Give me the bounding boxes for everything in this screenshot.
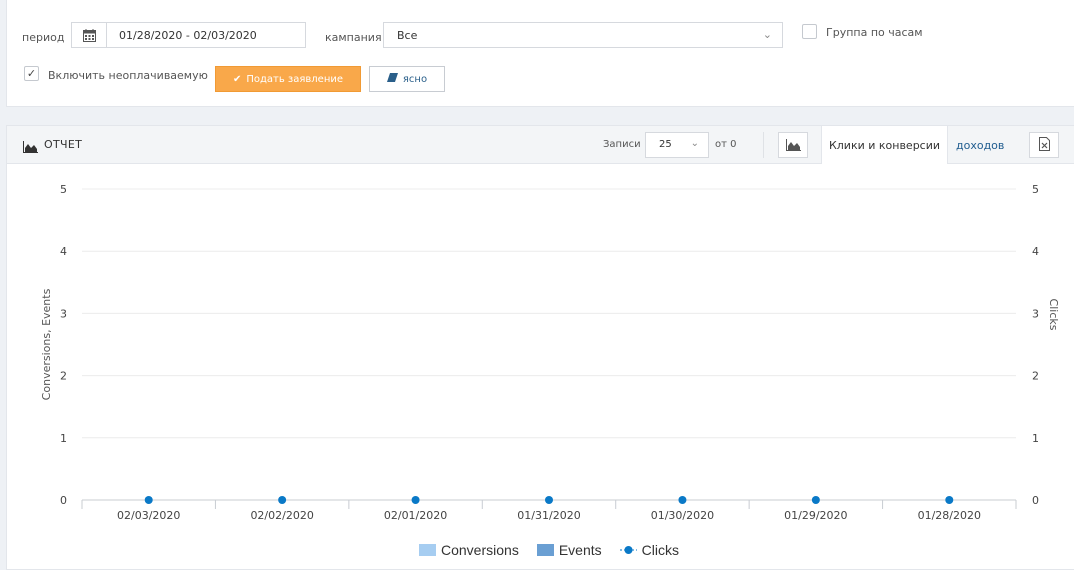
clicks-point bbox=[811, 496, 820, 504]
apply-button[interactable]: ✔ Подать заявление bbox=[215, 66, 361, 92]
clicks-point bbox=[545, 496, 553, 504]
clicks-point bbox=[144, 496, 153, 504]
eraser-icon bbox=[386, 73, 398, 85]
y2-axis-tick-label: 3 bbox=[1032, 307, 1039, 320]
y-axis-tick-label: 0 bbox=[60, 494, 67, 507]
campaign-value: Все bbox=[397, 29, 418, 42]
clicks-line-marker bbox=[619, 542, 637, 558]
calendar-icon[interactable] bbox=[72, 23, 107, 47]
y-axis-tick-label: 3 bbox=[60, 307, 67, 320]
legend-clicks-label: Clicks bbox=[641, 542, 679, 558]
records-value: 25 bbox=[659, 139, 672, 150]
chevron-down-icon: ⌄ bbox=[690, 138, 699, 149]
legend-events-label: Events bbox=[558, 542, 602, 558]
check-icon: ✔ bbox=[232, 73, 242, 85]
x-axis-tick-label: 02/01/2020 bbox=[384, 509, 447, 522]
date-range-value[interactable]: 01/28/2020 - 02/03/2020 bbox=[119, 29, 257, 42]
apply-button-label: Подать заявление bbox=[246, 73, 344, 85]
include-unpaid-checkbox[interactable]: ✓ bbox=[24, 66, 39, 81]
y-axis-title: Conversions, Events bbox=[40, 288, 53, 400]
y2-axis-tick-label: 4 bbox=[1032, 245, 1039, 258]
chart-legend: Conversions Events Clicks bbox=[419, 542, 697, 558]
divider bbox=[763, 132, 764, 158]
export-excel-button[interactable] bbox=[1029, 132, 1059, 158]
campaign-label: кампания bbox=[325, 31, 382, 44]
report-header: ОТЧЕТ Записи 25 ⌄ от 0 Клики и конверсии… bbox=[7, 126, 1074, 164]
y2-axis-title: Clicks bbox=[1047, 299, 1060, 331]
clear-button[interactable]: ясно bbox=[369, 66, 445, 92]
clicks-point bbox=[411, 496, 420, 504]
report-panel: ОТЧЕТ Записи 25 ⌄ от 0 Клики и конверсии… bbox=[6, 125, 1074, 570]
tab-clicks-conversions[interactable]: Клики и конверсии bbox=[821, 126, 948, 164]
events-swatch bbox=[536, 544, 554, 556]
excel-file-icon bbox=[1038, 136, 1050, 155]
tab-clicks-conversions-label: Клики и конверсии bbox=[828, 139, 941, 152]
clear-button-label: ясно bbox=[402, 73, 428, 85]
area-chart-icon bbox=[23, 138, 38, 157]
clicks-conversions-chart: 0 0 1 1 2 2 3 3 4 4 5 5 02/03/2020 02/02/2020 02/01/20… bbox=[40, 183, 1060, 522]
chevron-down-icon: ⌄ bbox=[762, 28, 772, 41]
filters-panel: период 01/28/2020 - 02/03/2020 кампания … bbox=[6, 0, 1074, 107]
legend-item-conversions[interactable]: Conversions bbox=[419, 542, 519, 558]
report-title: ОТЧЕТ bbox=[44, 138, 83, 151]
y-axis-tick-label: 4 bbox=[60, 245, 67, 258]
y-axis-tick-label: 5 bbox=[60, 183, 67, 196]
period-label: период bbox=[22, 31, 65, 44]
chart-toggle-button[interactable] bbox=[778, 132, 808, 158]
legend-conversions-label: Conversions bbox=[441, 542, 519, 558]
y2-axis-tick-label: 2 bbox=[1032, 370, 1039, 383]
area-chart-icon bbox=[785, 136, 801, 155]
clicks-point bbox=[945, 496, 954, 504]
y-axis-tick-label: 1 bbox=[60, 432, 67, 445]
conversions-swatch bbox=[419, 544, 436, 556]
y2-axis-tick-label: 1 bbox=[1032, 432, 1039, 445]
group-by-hours-label: Группа по часам bbox=[826, 26, 923, 39]
legend-item-clicks[interactable]: Clicks bbox=[619, 542, 679, 558]
clicks-point bbox=[678, 496, 687, 504]
x-axis-tick-label: 01/31/2020 bbox=[517, 509, 580, 522]
x-axis-tick-label: 01/28/2020 bbox=[918, 509, 981, 522]
group-by-hours-checkbox[interactable] bbox=[802, 24, 817, 39]
x-axis-tick-label: 01/29/2020 bbox=[784, 509, 847, 522]
y2-axis-tick-label: 5 bbox=[1032, 183, 1039, 196]
campaign-select[interactable]: Все ⌄ bbox=[383, 22, 783, 48]
include-unpaid-label: Включить неоплачиваемую bbox=[48, 69, 208, 82]
records-total: от 0 bbox=[715, 139, 737, 150]
y2-axis-tick-label: 0 bbox=[1032, 494, 1039, 507]
y-axis-tick-label: 2 bbox=[60, 370, 67, 383]
x-axis-tick-label: 01/30/2020 bbox=[651, 509, 714, 522]
x-axis-tick-label: 02/02/2020 bbox=[250, 509, 313, 522]
tab-revenue[interactable]: доходов bbox=[956, 139, 1004, 152]
legend-item-events[interactable]: Events bbox=[536, 542, 602, 558]
records-per-page-select[interactable]: 25 ⌄ bbox=[645, 132, 709, 158]
x-axis-tick-label: 02/03/2020 bbox=[117, 509, 180, 522]
date-range-picker[interactable]: 01/28/2020 - 02/03/2020 bbox=[71, 22, 306, 48]
records-label: Записи bbox=[603, 139, 641, 150]
clicks-point bbox=[278, 496, 287, 504]
